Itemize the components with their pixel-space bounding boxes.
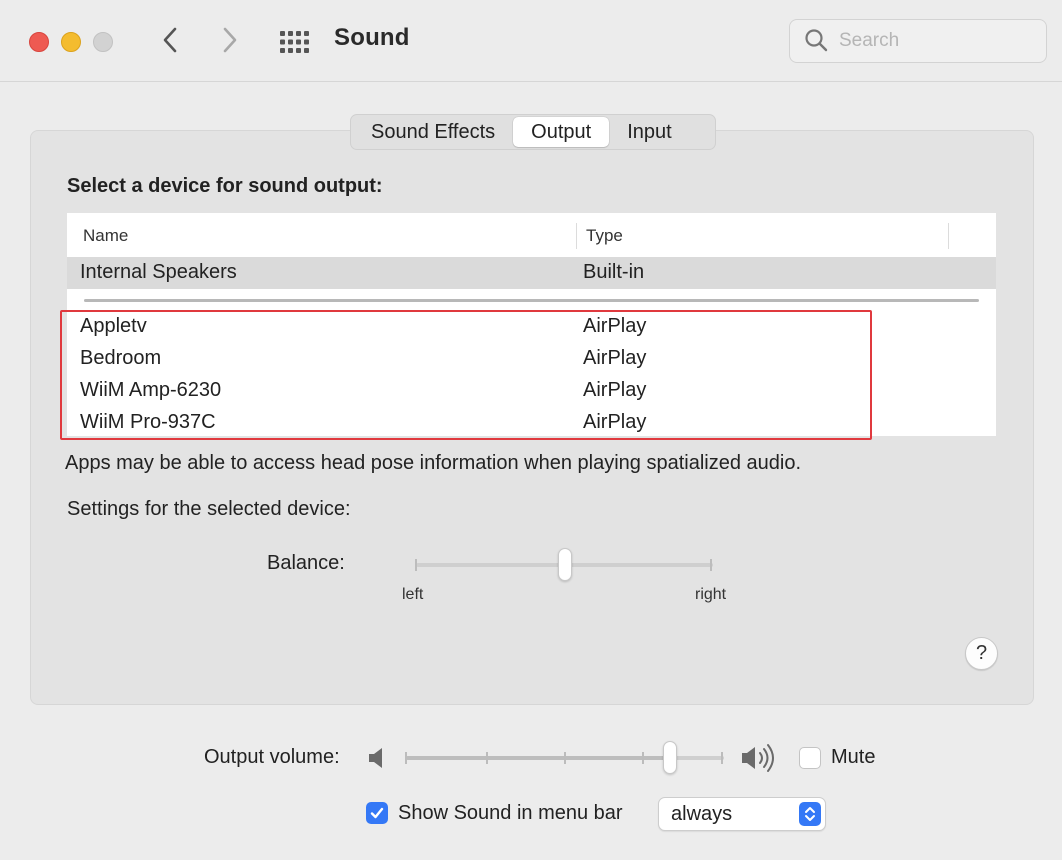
up-down-chevron-icon (799, 802, 821, 826)
settings-label: Settings for the selected device: (67, 498, 351, 520)
grid-icon (280, 31, 309, 53)
slider-tick (564, 752, 566, 764)
forward-button[interactable] (212, 22, 248, 58)
column-divider[interactable] (948, 223, 949, 249)
show-in-menu-bar-checkbox[interactable] (366, 802, 388, 824)
balance-label: Balance: (267, 552, 345, 574)
column-divider[interactable] (576, 223, 577, 249)
speaker-high-icon (742, 744, 774, 772)
slider-tick (642, 752, 644, 764)
tab-output[interactable]: Output (513, 117, 610, 147)
minimize-window-button[interactable] (61, 32, 81, 52)
group-separator (84, 299, 979, 302)
help-button[interactable]: ? (965, 637, 998, 670)
slider-tick (721, 752, 723, 764)
slider-tick (415, 559, 417, 571)
device-name: Internal Speakers (80, 261, 237, 283)
popup-value: always (671, 803, 733, 825)
show-all-button[interactable] (276, 24, 312, 60)
column-header-name[interactable]: Name (83, 226, 128, 246)
table-row[interactable]: Internal Speakers Built-in (67, 257, 996, 289)
menu-bar-visibility-popup[interactable]: always (658, 797, 826, 831)
tab-input[interactable]: Input (609, 117, 689, 147)
spatial-audio-note: Apps may be able to access head pose inf… (65, 452, 802, 474)
mute-checkbox[interactable] (799, 747, 821, 769)
search-placeholder: Search (839, 30, 900, 51)
mute-label: Mute (831, 746, 876, 768)
checkmark-icon (370, 807, 384, 819)
device-type: Built-in (583, 261, 645, 283)
output-volume-label: Output volume: (204, 746, 340, 768)
table-header: Name Type (67, 213, 996, 258)
back-button[interactable] (152, 22, 188, 58)
output-volume-thumb[interactable] (662, 741, 677, 774)
title-bar: Sound Search (0, 0, 1062, 82)
speaker-low-icon (369, 748, 382, 768)
section-title: Select a device for sound output: (67, 175, 383, 197)
slider-tick (405, 752, 407, 764)
balance-right-label: right (695, 586, 727, 603)
tab-bar: Sound Effects Output Input (350, 114, 716, 150)
balance-left-label: left (402, 586, 424, 603)
chevron-right-icon (223, 27, 237, 53)
magnifier-icon (805, 29, 828, 52)
window-title: Sound (334, 24, 410, 51)
chevron-left-icon (163, 27, 177, 53)
volume-fill (406, 756, 670, 760)
balance-slider-thumb[interactable] (557, 548, 572, 581)
show-in-menu-bar-label: Show Sound in menu bar (398, 802, 623, 824)
slider-tick (486, 752, 488, 764)
zoom-window-button[interactable] (93, 32, 113, 52)
slider-tick (710, 559, 712, 571)
airplay-devices-highlight (60, 310, 872, 440)
search-field[interactable]: Search (789, 19, 1047, 63)
tab-sound-effects[interactable]: Sound Effects (353, 117, 513, 147)
column-header-type[interactable]: Type (586, 226, 623, 246)
close-window-button[interactable] (29, 32, 49, 52)
